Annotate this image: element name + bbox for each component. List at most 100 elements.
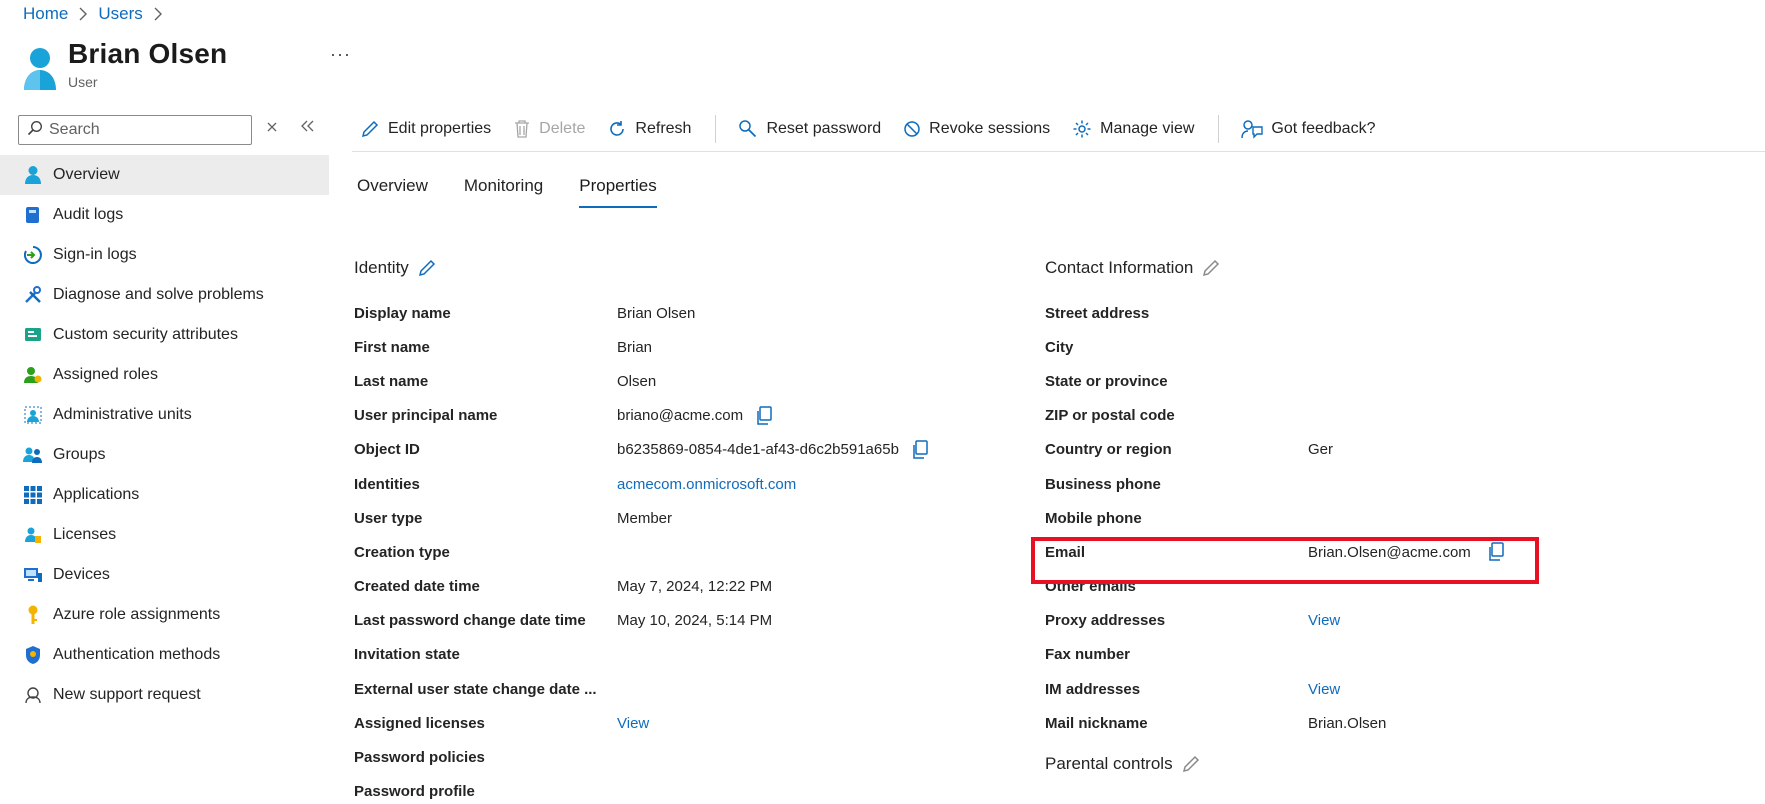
sidebar-item-label: Overview — [53, 166, 120, 183]
property-row: City — [1045, 338, 1074, 356]
sidebar-item-label: Applications — [53, 486, 140, 503]
delete-label: Delete — [539, 120, 586, 137]
property-row: Mobile phone — [1045, 509, 1142, 527]
sidebar-item-admin-units[interactable]: Administrative units — [0, 395, 329, 435]
sidebar-item-assigned-roles[interactable]: Assigned roles — [0, 355, 329, 395]
property-row: Mail nickname Brian.Olsen — [1045, 714, 1387, 732]
property-row: Created date time May 7, 2024, 12:22 PM — [354, 578, 773, 596]
refresh-button[interactable]: Refresh — [607, 119, 691, 139]
edit-contact-pencil-icon[interactable] — [1201, 258, 1221, 278]
proxy-addresses-view-link[interactable]: View — [1308, 612, 1340, 629]
devices-icon — [23, 565, 43, 585]
support-icon — [23, 685, 43, 705]
property-row: First name Brian — [354, 338, 653, 356]
search-input[interactable] — [49, 121, 229, 139]
sidebar-item-diagnose[interactable]: Diagnose and solve problems — [0, 275, 329, 315]
manage-view-label: Manage view — [1100, 120, 1195, 137]
property-row: ZIP or postal code — [1045, 407, 1175, 425]
sidebar-item-azure-roles[interactable]: Azure role assignments — [0, 595, 329, 635]
sidebar-item-label: Groups — [53, 446, 106, 463]
property-row: Fax number — [1045, 646, 1131, 664]
reset-password-label: Reset password — [766, 120, 882, 137]
sidebar-item-support[interactable]: New support request — [0, 675, 329, 715]
edit-parental-pencil-icon[interactable] — [1181, 754, 1201, 774]
feedback-label: Got feedback? — [1271, 120, 1376, 137]
security-attributes-icon — [23, 325, 43, 345]
sidebar-item-overview[interactable]: Overview — [0, 155, 329, 195]
edit-properties-button[interactable]: Edit properties — [360, 119, 491, 139]
edit-identity-pencil-icon[interactable] — [417, 258, 437, 278]
collapse-sidebar-icon[interactable] — [300, 119, 316, 138]
sidebar-item-auth-methods[interactable]: Authentication methods — [0, 635, 329, 675]
property-row: Password policies — [354, 749, 485, 767]
sidebar-item-sign-in-logs[interactable]: Sign-in logs — [0, 235, 329, 275]
feedback-icon — [1241, 120, 1264, 139]
page-subtitle: User — [68, 74, 98, 90]
tab-properties[interactable]: Properties — [579, 176, 657, 208]
refresh-label: Refresh — [635, 120, 692, 137]
revoke-sessions-button[interactable]: Revoke sessions — [903, 120, 1050, 138]
identities-link[interactable]: acmecom.onmicrosoft.com — [617, 476, 796, 493]
sidebar-item-licenses[interactable]: Licenses — [0, 515, 329, 555]
assigned-licenses-view-link[interactable]: View — [617, 715, 649, 732]
search-box[interactable] — [18, 115, 252, 145]
sidebar-item-label: Sign-in logs — [53, 246, 137, 263]
tab-overview[interactable]: Overview — [357, 176, 428, 208]
clear-search-icon[interactable] — [266, 120, 278, 138]
sidebar-item-label: Azure role assignments — [53, 606, 221, 623]
identity-section: Identity Display name Brian Olsen First n… — [354, 258, 929, 804]
apps-grid-icon — [23, 485, 43, 505]
sidebar-item-audit-logs[interactable]: Audit logs — [0, 195, 329, 235]
upn-value: briano@acme.com — [617, 407, 744, 425]
feedback-button[interactable]: Got feedback? — [1241, 119, 1375, 139]
property-row: IM addresses View — [1045, 680, 1341, 698]
object-id-value: b6235869-0854-4de1-af43-d6c2b591a65b — [617, 441, 899, 459]
sidebar-item-groups[interactable]: Groups — [0, 435, 329, 475]
copy-icon[interactable] — [911, 440, 929, 460]
sidebar-item-devices[interactable]: Devices — [0, 555, 329, 595]
command-bar: Edit properties Delete Refresh Reset pas… — [360, 112, 1397, 146]
manage-view-button[interactable]: Manage view — [1072, 119, 1194, 139]
property-row: Last name Olsen — [354, 372, 657, 390]
property-row: Display name Brian Olsen — [354, 304, 696, 322]
property-row: Identities acmecom.onmicrosoft.com — [354, 475, 797, 493]
sidebar-item-label: Authentication methods — [53, 646, 221, 663]
contact-section: Contact Information Street address City … — [1045, 258, 1505, 792]
breadcrumb-home-link[interactable]: Home — [23, 4, 68, 24]
property-row: Country or region Ger — [1045, 441, 1334, 459]
tab-list: Overview Monitoring Properties — [357, 176, 693, 208]
sidebar-item-applications[interactable]: Applications — [0, 475, 329, 515]
breadcrumb-users-link[interactable]: Users — [98, 4, 142, 24]
im-addresses-view-link[interactable]: View — [1308, 681, 1340, 698]
tab-monitoring[interactable]: Monitoring — [464, 176, 543, 208]
role-icon — [23, 365, 43, 385]
sidebar-item-label: Custom security attributes — [53, 326, 238, 343]
property-row: Street address — [1045, 304, 1150, 322]
delete-button[interactable]: Delete — [513, 119, 585, 139]
revoke-sessions-label: Revoke sessions — [929, 120, 1051, 137]
pencil-icon — [361, 120, 379, 138]
gear-icon — [1073, 120, 1091, 138]
sidebar-item-label: Administrative units — [53, 406, 192, 423]
copy-icon[interactable] — [755, 405, 773, 426]
admin-units-icon — [23, 405, 43, 425]
wrench-icon — [23, 285, 43, 305]
section-title: Contact Information — [1045, 258, 1194, 277]
reset-password-icon — [739, 120, 757, 138]
user-avatar-icon — [22, 46, 58, 92]
sidebar-item-custom-security[interactable]: Custom security attributes — [0, 315, 329, 355]
reset-password-button[interactable]: Reset password — [738, 119, 881, 139]
property-row: Creation type — [354, 543, 450, 561]
refresh-icon — [610, 121, 625, 136]
property-row: Business phone — [1045, 475, 1161, 493]
page-title: Brian Olsen — [68, 38, 228, 69]
more-options-button[interactable]: ··· — [330, 44, 351, 65]
toolbar-divider — [715, 115, 717, 143]
property-row: Last password change date time May 10, 20… — [354, 612, 773, 630]
page-header: Brian Olsen User — [22, 38, 227, 92]
breadcrumb: Home Users — [23, 4, 173, 24]
sidebar-item-label: Licenses — [53, 526, 117, 543]
key-icon — [23, 605, 43, 625]
chevron-right-icon — [153, 7, 163, 21]
sidebar-item-label: Audit logs — [53, 206, 124, 223]
